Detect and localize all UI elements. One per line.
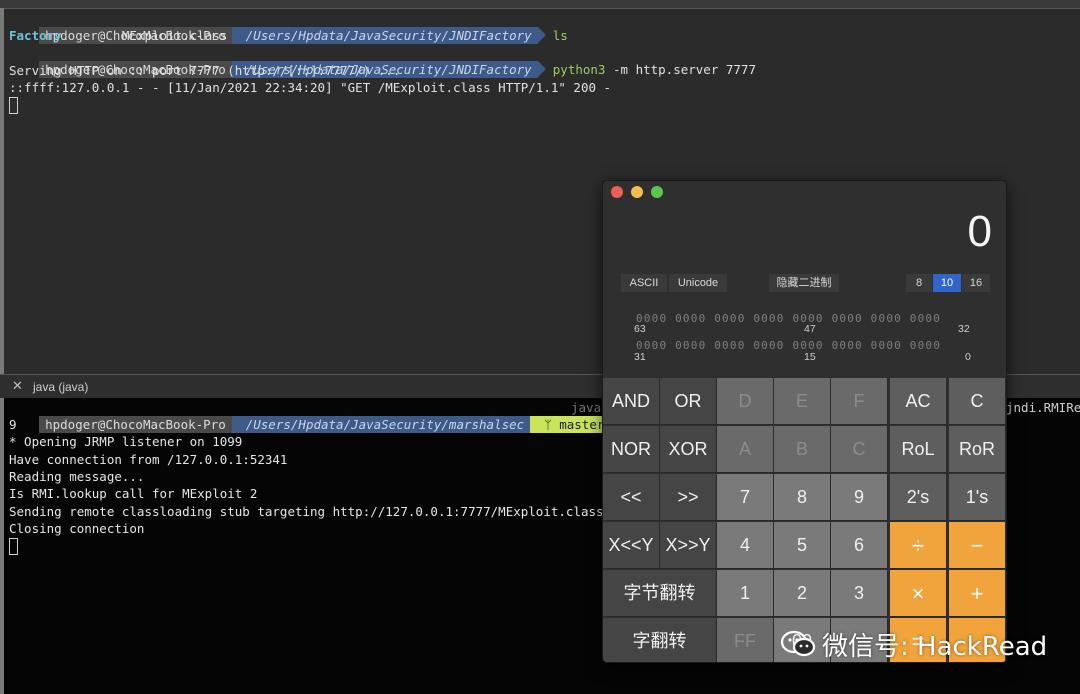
terminal-cursor[interactable] — [9, 96, 18, 114]
key-2[interactable]: 2 — [774, 570, 831, 617]
command: ls — [552, 28, 568, 43]
sidebar-strip — [0, 398, 4, 694]
git-branch: ᛘ master — [530, 416, 619, 433]
key-or[interactable]: OR — [660, 378, 717, 425]
output-line: Have connection from /127.0.0.1:52341 — [9, 452, 288, 467]
calculator-window[interactable]: 0 ASCII Unicode 隐藏二进制 8 10 16 0000 0000 … — [602, 180, 1007, 663]
terminal-cursor[interactable] — [9, 537, 18, 555]
key-subtract[interactable]: − — [949, 522, 1006, 569]
output-line: * Opening JRMP listener on 1099 — [9, 434, 243, 449]
key-c-hex[interactable]: C — [831, 426, 888, 473]
key-ror[interactable]: RoR — [949, 426, 1006, 473]
unicode-button[interactable]: Unicode — [669, 274, 727, 292]
command: python3 — [552, 62, 606, 77]
command: java — [571, 400, 602, 415]
output-line: Is RMI.lookup call for MExploit 2 — [9, 486, 258, 501]
key-rol[interactable]: RoL — [890, 426, 947, 473]
key-8[interactable]: 8 — [774, 474, 831, 521]
key-and[interactable]: AND — [603, 378, 660, 425]
prompt-path: /Users/Hpdata/JavaSecurity/JNDIFactory — [231, 27, 546, 44]
key-x-shl-y[interactable]: X<<Y — [603, 522, 660, 569]
key-word-flip[interactable]: 字翻转 — [603, 618, 717, 662]
prompt-path: /Users/Hpdata/JavaSecurity/marshalsec — [231, 416, 539, 433]
bit-label: 32 — [958, 323, 970, 335]
key-shift-left[interactable]: << — [603, 474, 660, 521]
base-16-button[interactable]: 16 — [962, 274, 990, 292]
output-line: ::ffff:127.0.0.1 - - [11/Jan/2021 22:34:… — [9, 80, 612, 95]
output-line: Serving HTTP on :: port 7777 (http://[::… — [9, 63, 401, 78]
wechat-icon — [780, 630, 816, 657]
output-line: Reading message... — [9, 469, 145, 484]
bit-label: 47 — [804, 323, 816, 335]
keypad: AND OR D E F AC C NOR XOR A B C RoL RoR … — [603, 378, 1006, 662]
key-ones-complement[interactable]: 1's — [949, 474, 1006, 521]
key-d[interactable]: D — [717, 378, 774, 425]
key-multiply[interactable]: × — [890, 570, 947, 617]
key-5[interactable]: 5 — [774, 522, 831, 569]
bit-label: 0 — [965, 351, 971, 363]
base-8-button[interactable]: 8 — [906, 274, 932, 292]
key-4[interactable]: 4 — [717, 522, 774, 569]
prompt-line: hpdoger@ChocoMacBook-Pro/Users/Hpdata/Ja… — [9, 44, 756, 78]
key-f[interactable]: F — [831, 378, 888, 425]
key-shift-right[interactable]: >> — [660, 474, 717, 521]
bit-label: 31 — [634, 351, 646, 363]
key-nor[interactable]: NOR — [603, 426, 660, 473]
key-a[interactable]: A — [717, 426, 774, 473]
prompt-user: hpdoger@ChocoMacBook-Pro — [39, 416, 240, 433]
close-icon[interactable]: ✕ — [12, 379, 23, 394]
command-overflow: jndi.RMIRef — [1006, 400, 1080, 415]
key-twos-complement[interactable]: 2's — [890, 474, 947, 521]
output-line: 9 — [9, 417, 17, 432]
key-3[interactable]: 3 — [831, 570, 888, 617]
key-ff[interactable]: FF — [717, 618, 774, 662]
prompt-line: hpdoger@ChocoMacBook-Pro/Users/Hpdata/Ja… — [9, 10, 568, 44]
key-xor[interactable]: XOR — [660, 426, 717, 473]
key-all-clear[interactable]: AC — [890, 378, 947, 425]
ascii-button[interactable]: ASCII — [621, 274, 667, 292]
key-b[interactable]: B — [774, 426, 831, 473]
key-divide[interactable]: ÷ — [890, 522, 947, 569]
key-9[interactable]: 9 — [831, 474, 888, 521]
key-e[interactable]: E — [774, 378, 831, 425]
output-line: Sending remote classloading stub targeti… — [9, 504, 604, 519]
watermark-text: 微信号: HackRead — [822, 632, 1048, 662]
file-entry: MExploit.class — [121, 28, 228, 43]
key-clear[interactable]: C — [949, 378, 1006, 425]
base-10-button[interactable]: 10 — [933, 274, 961, 292]
command-args: -m http.server 7777 — [605, 62, 756, 77]
key-1[interactable]: 1 — [717, 570, 774, 617]
bit-label: 15 — [804, 351, 816, 363]
zoom-button[interactable] — [651, 186, 663, 198]
ls-output: Factory MExploit.class — [9, 27, 227, 44]
prompt-line: hpdoger@ChocoMacBook-Pro/Users/Hpdata/Ja… — [9, 399, 619, 433]
key-x-shr-y[interactable]: X>>Y — [660, 522, 717, 569]
minimize-button[interactable] — [631, 186, 643, 198]
calc-display: 0 — [967, 207, 992, 256]
hide-binary-button[interactable]: 隐藏二进制 — [769, 274, 839, 292]
dir-entry: Factory — [9, 28, 62, 43]
key-byte-flip[interactable]: 字节翻转 — [603, 570, 717, 617]
key-7[interactable]: 7 — [717, 474, 774, 521]
key-6[interactable]: 6 — [831, 522, 888, 569]
key-add[interactable]: + — [949, 570, 1006, 617]
terminal-titlebar — [0, 0, 1080, 9]
sidebar-strip — [0, 8, 4, 374]
close-button[interactable] — [611, 186, 623, 198]
bit-label: 63 — [634, 323, 646, 335]
output-line: Closing connection — [9, 521, 145, 536]
tab-title: java (java) — [33, 380, 89, 394]
